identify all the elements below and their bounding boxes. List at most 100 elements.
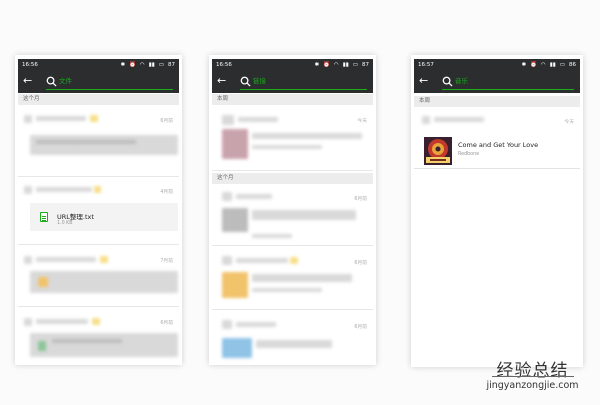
avatar	[24, 318, 32, 326]
message-date: 6月前	[354, 325, 367, 330]
file-preview-text	[52, 339, 122, 343]
file-card[interactable]: URL整理.txt 1.0 KB	[30, 203, 178, 231]
message-date: 6月前	[160, 321, 173, 326]
search-icon[interactable]	[442, 76, 453, 87]
list-item[interactable]: 6月前	[212, 248, 373, 310]
link-desc	[252, 234, 292, 238]
song-title: Come and Get Your Love	[458, 141, 539, 149]
file-preview	[30, 135, 178, 155]
signal-icon: ▮▮	[342, 62, 349, 68]
sender-name	[36, 187, 92, 192]
section-header-this-week: 本周	[414, 96, 580, 107]
list-item[interactable]: 7月前	[18, 247, 179, 307]
sender-name	[434, 117, 484, 122]
file-size: 1.0 KB	[57, 221, 73, 226]
status-time: 16:57	[418, 62, 434, 68]
highlight	[100, 256, 108, 263]
phone-screen-links: 16:56 ✱ ⏰ ◠ ▮▮ ▭ 87 ← 链接 本周 今天 这个月 6月前 6…	[209, 55, 376, 365]
song-artist: Redbone	[458, 152, 480, 157]
message-date: 6月前	[354, 261, 367, 266]
search-underline	[46, 89, 173, 90]
battery-level: 87	[168, 62, 175, 68]
search-underline	[240, 89, 367, 90]
file-thumb	[38, 277, 48, 287]
list-item[interactable]: 今天	[212, 105, 373, 171]
link-title	[252, 274, 352, 282]
status-bar: 16:56 ✱ ⏰ ◠ ▮▮ ▭ 87	[18, 59, 179, 71]
search-icon[interactable]	[46, 76, 57, 87]
file-preview	[30, 271, 178, 293]
sender-name	[236, 258, 288, 263]
list-item[interactable]: 6月前	[212, 312, 373, 365]
avatar	[24, 256, 32, 264]
search-bar: ← 音乐	[414, 71, 580, 93]
link-thumbnail	[222, 129, 248, 159]
watermark: 经验总结 jingyanzongjie.com	[470, 356, 595, 398]
search-input[interactable]: 文件	[59, 76, 72, 87]
signal-icon: ▮▮	[148, 62, 155, 68]
alarm-icon: ⏰	[323, 62, 330, 68]
bluetooth-icon: ✱	[120, 62, 126, 68]
search-bar: ← 链接	[212, 71, 373, 93]
sender-name	[36, 319, 88, 324]
list-item[interactable]: 6月前	[18, 105, 179, 177]
message-date: 4月前	[160, 190, 173, 195]
back-arrow-icon[interactable]: ←	[217, 75, 226, 87]
bluetooth-icon: ✱	[314, 62, 320, 68]
wifi-icon: ◠	[540, 62, 546, 68]
message-date: 6月前	[160, 119, 173, 124]
avatar	[24, 186, 32, 194]
wifi-icon: ◠	[333, 62, 339, 68]
list-item-header[interactable]: 今天	[414, 108, 580, 132]
wifi-icon: ◠	[139, 62, 145, 68]
watermark-rule	[492, 376, 574, 377]
back-arrow-icon[interactable]: ←	[419, 75, 428, 87]
search-input[interactable]: 链接	[253, 76, 266, 87]
search-icon[interactable]	[240, 76, 251, 87]
list-item[interactable]: 6月前	[18, 309, 179, 365]
battery-icon: ▭	[352, 62, 358, 68]
phone-screen-music: 16:57 ✱ ⏰ ◠ ▮▮ ▭ 86 ← 音乐 本周 今天 Come and …	[411, 55, 583, 367]
album-cover-icon	[424, 137, 452, 165]
file-preview	[30, 333, 178, 357]
message-date: 7月前	[160, 259, 173, 264]
phone-screen-files: 16:56 ✱ ⏰ ◠ ▮▮ ▭ 87 ← 文件 这个月 6月前 4月前 URL…	[15, 55, 182, 365]
avatar	[222, 256, 232, 265]
search-bar: ← 文件	[18, 71, 179, 93]
search-input[interactable]: 音乐	[455, 76, 468, 87]
file-thumb	[38, 341, 46, 351]
back-arrow-icon[interactable]: ←	[23, 75, 32, 87]
file-preview-size	[36, 148, 76, 151]
alarm-icon: ⏰	[129, 62, 136, 68]
status-bar: 16:57 ✱ ⏰ ◠ ▮▮ ▭ 86	[414, 59, 580, 71]
bluetooth-icon: ✱	[521, 62, 527, 68]
link-title	[252, 133, 362, 139]
link-desc	[252, 288, 322, 292]
avatar	[422, 116, 430, 124]
battery-level: 86	[569, 62, 576, 68]
search-underline	[442, 89, 574, 90]
link-thumbnail	[222, 208, 248, 232]
highlight	[92, 318, 100, 325]
message-date: 今天	[357, 119, 367, 124]
avatar	[222, 192, 232, 201]
highlight	[94, 186, 101, 193]
avatar	[222, 320, 232, 329]
watermark-text: 经验总结	[496, 361, 569, 381]
watermark-url: jingyanzongjie.com	[486, 380, 579, 391]
link-title	[252, 210, 356, 220]
list-item[interactable]: 6月前	[212, 184, 373, 246]
sender-name	[236, 322, 276, 327]
message-date: 今天	[564, 120, 574, 125]
sender-name	[236, 194, 272, 199]
avatar	[24, 115, 32, 123]
section-header-this-week: 本周	[212, 94, 373, 105]
section-header-this-month: 这个月	[18, 94, 179, 105]
sender-name	[36, 116, 86, 121]
battery-icon: ▭	[559, 62, 565, 68]
list-item[interactable]: 4月前 URL整理.txt 1.0 KB	[18, 179, 179, 245]
highlight	[90, 115, 98, 122]
music-result[interactable]: Come and Get Your Love Redbone	[414, 133, 580, 169]
status-time: 16:56	[216, 62, 232, 68]
status-bar: 16:56 ✱ ⏰ ◠ ▮▮ ▭ 87	[212, 59, 373, 71]
